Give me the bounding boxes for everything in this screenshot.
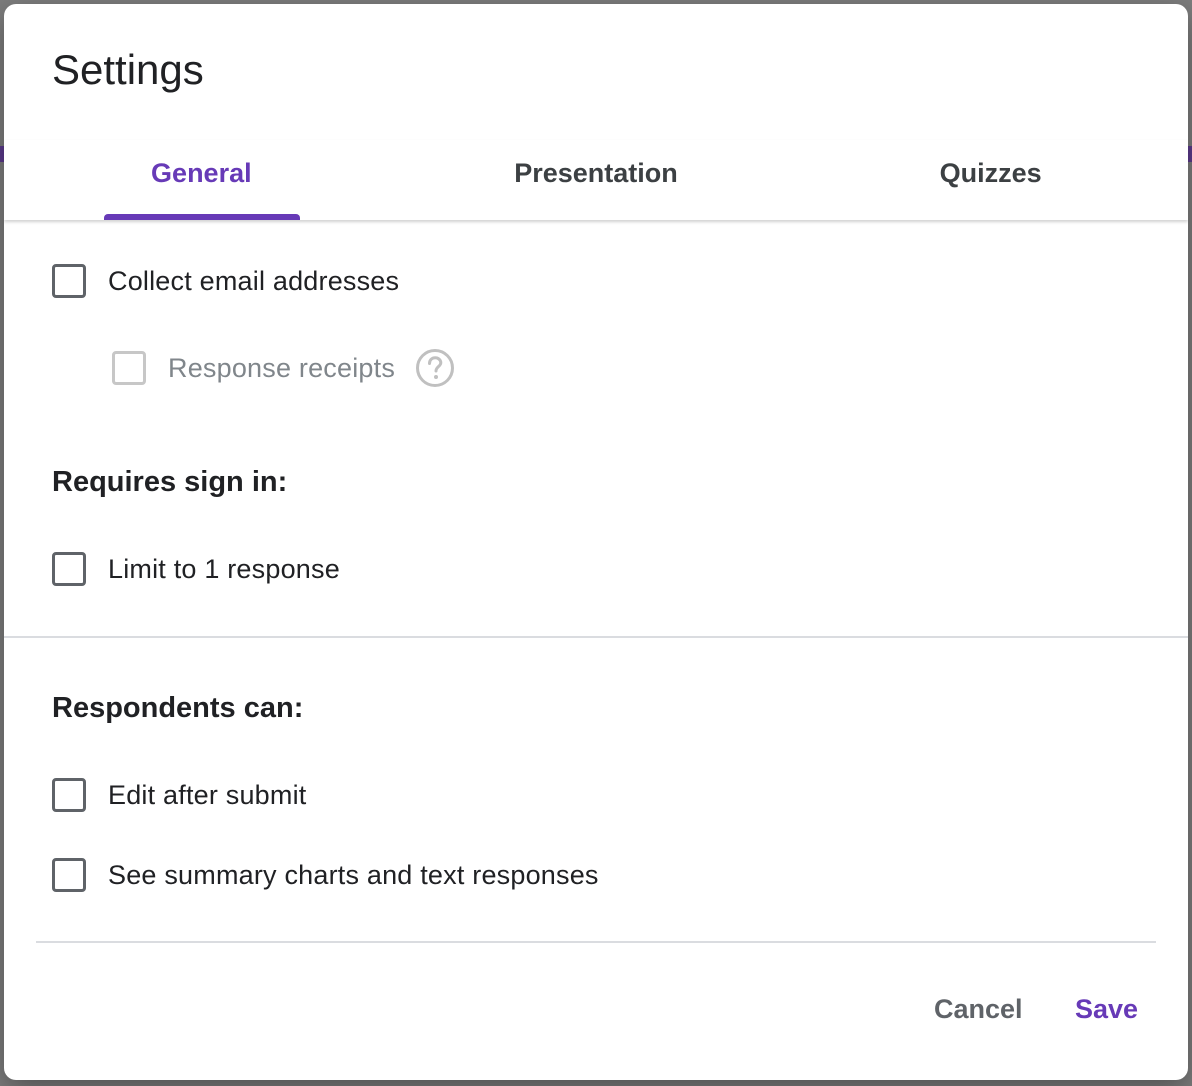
dialog-title: Settings bbox=[52, 46, 204, 93]
edit-after-submit-checkbox[interactable] bbox=[52, 778, 86, 812]
collect-email-checkbox[interactable] bbox=[52, 264, 86, 298]
see-summary-label: See summary charts and text responses bbox=[108, 859, 599, 890]
response-receipts-checkbox bbox=[112, 351, 146, 385]
limit-one-response-option: Limit to 1 response bbox=[52, 552, 340, 586]
collect-email-option: Collect email addresses bbox=[52, 264, 399, 298]
help-circle-icon[interactable] bbox=[415, 348, 455, 388]
settings-dialog: Settings General Presentation Quizzes Co… bbox=[4, 4, 1188, 1080]
requires-sign-in-heading: Requires sign in: bbox=[52, 466, 288, 498]
tab-quizzes-label: Quizzes bbox=[939, 158, 1042, 188]
limit-one-response-label: Limit to 1 response bbox=[108, 553, 340, 584]
tab-quizzes[interactable]: Quizzes bbox=[793, 140, 1188, 220]
save-button[interactable]: Save bbox=[1075, 994, 1138, 1025]
collect-email-label: Collect email addresses bbox=[108, 265, 400, 296]
footer-divider bbox=[36, 941, 1156, 943]
edit-after-submit-option: Edit after submit bbox=[52, 778, 306, 812]
response-receipts-option: Response receipts bbox=[112, 348, 455, 388]
see-summary-option: See summary charts and text responses bbox=[52, 858, 599, 892]
section-divider bbox=[4, 636, 1188, 638]
limit-one-response-checkbox[interactable] bbox=[52, 552, 86, 586]
settings-tabs: General Presentation Quizzes bbox=[4, 140, 1188, 220]
edit-after-submit-label: Edit after submit bbox=[108, 779, 307, 810]
tab-general-label: General bbox=[151, 158, 252, 188]
tab-presentation-label: Presentation bbox=[514, 158, 678, 188]
response-receipts-label: Response receipts bbox=[168, 352, 396, 383]
respondents-can-heading: Respondents can: bbox=[52, 692, 304, 724]
active-tab-indicator bbox=[104, 214, 300, 220]
cancel-button[interactable]: Cancel bbox=[934, 994, 1023, 1025]
tab-presentation[interactable]: Presentation bbox=[399, 140, 794, 220]
tab-general[interactable]: General bbox=[4, 140, 399, 220]
see-summary-checkbox[interactable] bbox=[52, 858, 86, 892]
